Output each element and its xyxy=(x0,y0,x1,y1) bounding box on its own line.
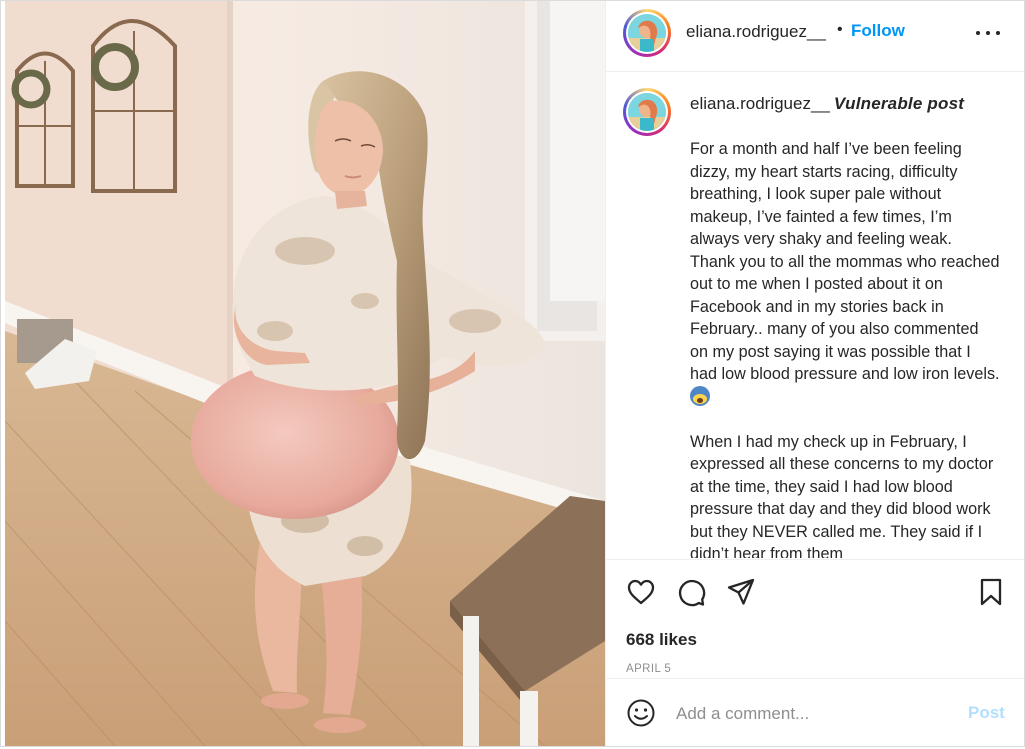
fearful-face-icon xyxy=(690,385,710,406)
caption-area[interactable]: eliana.rodriguez__ Vulnerable post For a … xyxy=(606,72,1024,558)
comment-icon[interactable] xyxy=(676,577,706,607)
post-side-panel: eliana.rodriguez__ • Follow eliana.rodri… xyxy=(605,1,1024,746)
comment-box: Post xyxy=(606,678,1024,746)
likes-count[interactable]: 668 likes xyxy=(626,630,697,650)
caption-header: eliana.rodriguez__ Vulnerable post xyxy=(690,94,964,114)
post-photo[interactable] xyxy=(5,1,605,746)
caption-paragraph-1: For a month and half I’ve been feeling d… xyxy=(690,140,1000,383)
avatar[interactable] xyxy=(623,9,671,57)
instagram-post-window: eliana.rodriguez__ • Follow eliana.rodri… xyxy=(0,0,1025,747)
post-comment-button[interactable]: Post xyxy=(968,703,1005,723)
follow-button[interactable]: Follow xyxy=(851,21,905,41)
avatar-photo xyxy=(628,14,666,52)
post-actions: 668 likes APRIL 5 xyxy=(606,559,1024,678)
post-date[interactable]: APRIL 5 xyxy=(626,663,671,675)
header-username[interactable]: eliana.rodriguez__ xyxy=(686,22,826,42)
bookmark-icon[interactable] xyxy=(976,577,1006,607)
comment-input[interactable] xyxy=(674,699,958,729)
smiley-icon[interactable] xyxy=(626,698,656,728)
paper-plane-icon[interactable] xyxy=(726,577,756,607)
separator-dot: • xyxy=(837,21,843,38)
caption-username[interactable]: eliana.rodriguez__ xyxy=(690,94,830,113)
caption-paragraph-2: When I had my check up in February, I ex… xyxy=(690,432,994,559)
heart-icon[interactable] xyxy=(626,577,656,607)
more-options-icon[interactable] xyxy=(974,21,1002,45)
caption-avatar[interactable] xyxy=(623,88,671,136)
photo-illustration xyxy=(5,1,605,746)
avatar-photo xyxy=(628,93,666,131)
post-header: eliana.rodriguez__ • Follow xyxy=(606,1,1024,72)
caption-headline: Vulnerable post xyxy=(833,94,965,113)
caption-text: For a month and half I’ve been feeling d… xyxy=(690,138,1000,558)
